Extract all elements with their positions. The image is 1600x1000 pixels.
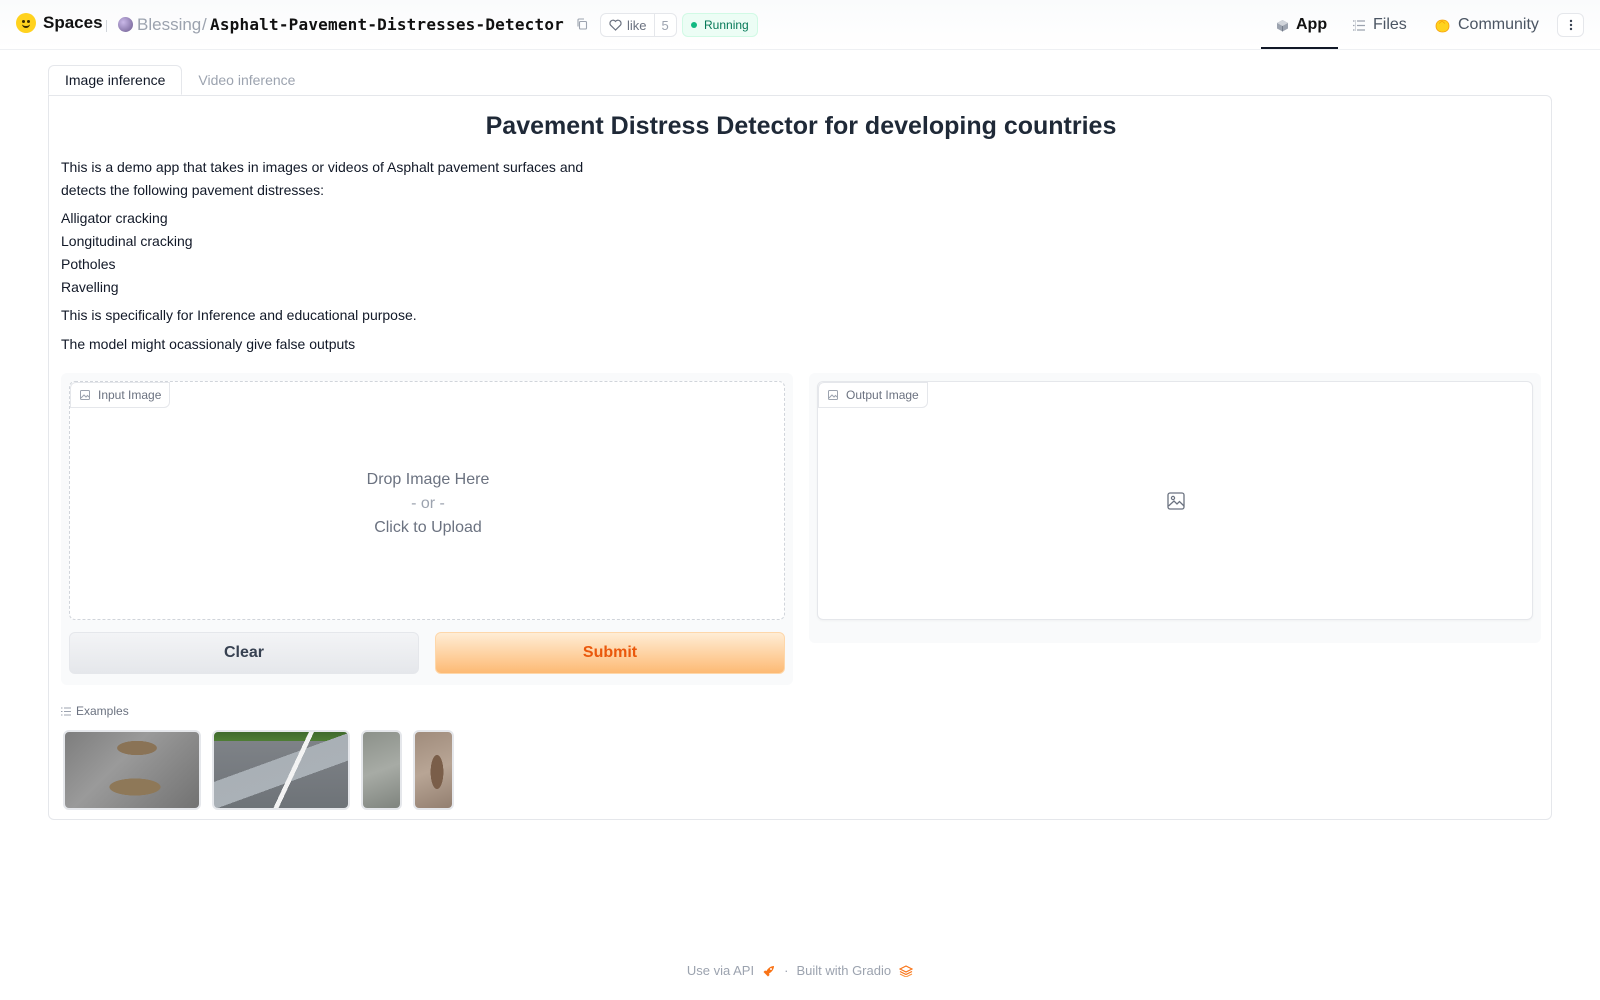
- distress-item: Longitudinal cracking: [61, 233, 193, 249]
- image-icon: [80, 390, 90, 400]
- tab-community[interactable]: Community: [1434, 0, 1539, 50]
- heart-icon: [609, 19, 622, 31]
- drop-image-text: Drop Image Here: [366, 471, 490, 488]
- use-via-api-link[interactable]: Use via API: [687, 963, 754, 978]
- examples-header: Examples: [61, 704, 129, 718]
- like-count[interactable]: 5: [653, 14, 676, 36]
- note-purpose: This is specifically for Inference and e…: [61, 307, 417, 323]
- rocket-icon: [763, 965, 775, 976]
- example-thumbnail-road[interactable]: [212, 730, 350, 810]
- active-tab-indicator: [1261, 47, 1338, 49]
- distress-item: Potholes: [61, 256, 116, 272]
- files-icon: [1353, 19, 1365, 31]
- output-image-box: Output Image: [817, 381, 1533, 620]
- input-column: Input Image Drop Image Here - or - Click…: [61, 373, 793, 685]
- output-image-label-text: Output Image: [846, 388, 919, 402]
- status-badge[interactable]: Running: [682, 13, 758, 37]
- top-bar: Spaces Blessing / Asphalt-Pavement-Distr…: [0, 0, 1600, 50]
- cube-icon: [1277, 19, 1288, 31]
- spaces-home-link[interactable]: Spaces: [16, 13, 103, 33]
- input-image-label-text: Input Image: [98, 388, 162, 402]
- hugging-face-logo-icon: [16, 13, 36, 33]
- footer: Use via API · Built with Gradio: [0, 963, 1600, 978]
- distress-item: Alligator cracking: [61, 210, 168, 226]
- input-image-label: Input Image: [70, 382, 171, 408]
- clear-button[interactable]: Clear: [69, 632, 419, 674]
- intro-line-1: This is a demo app that takes in images …: [61, 159, 584, 175]
- owner-link[interactable]: Blessing: [137, 15, 201, 35]
- tab-files[interactable]: Files: [1352, 0, 1407, 50]
- output-image-label: Output Image: [818, 382, 928, 408]
- status-label: Running: [704, 18, 749, 32]
- output-column: Output Image: [809, 373, 1541, 643]
- footer-separator: ·: [784, 963, 789, 978]
- tab-app-label: App: [1296, 16, 1328, 33]
- example-thumbnail-potholes[interactable]: [63, 730, 201, 810]
- submit-button[interactable]: Submit: [435, 632, 785, 674]
- distress-item: Ravelling: [61, 279, 119, 295]
- tab-video-inference[interactable]: Video inference: [182, 65, 311, 95]
- status-dot-icon: [691, 22, 697, 28]
- built-with-gradio-link[interactable]: Built with Gradio: [796, 963, 891, 978]
- owner-avatar[interactable]: [118, 17, 133, 32]
- like-button[interactable]: like 5: [600, 13, 677, 37]
- like-label: like: [627, 17, 647, 33]
- example-thumbnail-surface[interactable]: [361, 730, 402, 810]
- inference-tabs: Image inference Video inference: [48, 65, 311, 95]
- brand-label: Spaces: [43, 13, 103, 32]
- or-text: - or -: [411, 495, 445, 512]
- image-placeholder-icon: [1167, 492, 1185, 510]
- copy-icon[interactable]: [576, 18, 588, 30]
- list-icon: [61, 707, 71, 715]
- kebab-menu-icon: [1569, 19, 1572, 31]
- page-title: Pavement Distress Detector for developin…: [485, 112, 1117, 140]
- tab-files-label: Files: [1373, 16, 1407, 33]
- examples-label: Examples: [76, 704, 129, 718]
- image-icon: [828, 390, 838, 400]
- tab-image-inference[interactable]: Image inference: [48, 65, 183, 95]
- upload-instructions: Drop Image Here - or - Click to Upload: [70, 468, 786, 540]
- tab-app[interactable]: App: [1276, 0, 1327, 50]
- space-name-link[interactable]: Asphalt-Pavement-Distresses-Detector: [210, 15, 564, 34]
- image-upload-dropzone[interactable]: Input Image Drop Image Here - or - Click…: [69, 381, 785, 620]
- path-separator: /: [202, 15, 207, 34]
- divider: [106, 20, 107, 32]
- intro-line-2: detects the following pavement distresse…: [61, 182, 325, 198]
- tab-community-label: Community: [1458, 16, 1539, 33]
- image-inference-panel: Pavement Distress Detector for developin…: [48, 95, 1552, 820]
- community-icon: [1435, 19, 1450, 32]
- gradio-logo-icon: [899, 964, 914, 977]
- example-thumbnail-crack[interactable]: [413, 730, 454, 810]
- click-to-upload-text: Click to Upload: [374, 519, 482, 536]
- more-options-button[interactable]: [1557, 13, 1584, 37]
- note-false-outputs: The model might ocassionaly give false o…: [61, 336, 356, 352]
